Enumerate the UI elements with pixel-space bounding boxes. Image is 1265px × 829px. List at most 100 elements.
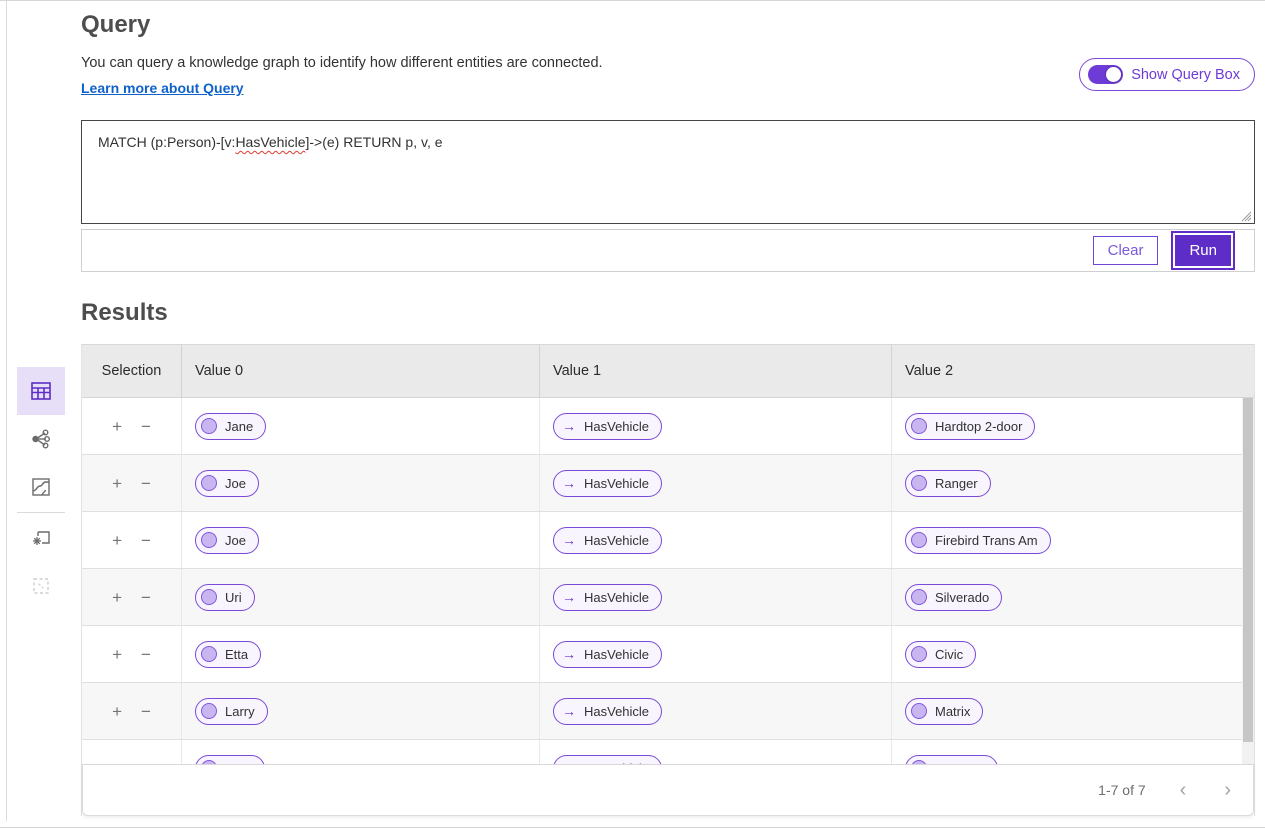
table-row: + − Joe → HasVehicle Ranger [82, 455, 1254, 512]
value2-cell: Matrix [891, 683, 1254, 739]
entity-icon [201, 532, 217, 548]
relationship-pill[interactable]: → HasVehicle [553, 413, 662, 440]
remove-from-selection-button[interactable]: − [139, 587, 153, 608]
entity-pill[interactable]: Larry [195, 698, 268, 725]
entity-pill[interactable]: Joe [195, 470, 259, 497]
toggle-switch-icon[interactable] [1088, 65, 1123, 84]
entity-label: Joe [225, 533, 246, 548]
relationship-label: HasVehicle [584, 647, 649, 662]
left-panel-divider [6, 1, 7, 821]
entity-label: Hardtop 2-door [935, 419, 1022, 434]
relationship-pill[interactable]: → HasVehicle [553, 527, 662, 554]
relationship-pill[interactable]: → HasVehicle [553, 584, 662, 611]
entity-icon [911, 703, 927, 719]
relationship-pill[interactable]: → HasVehicle [553, 470, 662, 497]
query-input[interactable]: MATCH (p:Person)-[v:HasVehicle]->(e) RET… [81, 120, 1255, 224]
entity-label: Civic [935, 647, 963, 662]
value2-cell: Silverado [891, 569, 1254, 625]
entity-pill[interactable]: Ranger [905, 470, 991, 497]
page-title: Query [81, 11, 150, 39]
entity-label: Joe [225, 476, 246, 491]
entity-label: Etta [225, 647, 248, 662]
remove-from-selection-button[interactable]: − [139, 530, 153, 551]
add-to-map-button[interactable] [17, 514, 65, 562]
relationship-label: HasVehicle [584, 704, 649, 719]
entity-icon [201, 703, 217, 719]
previous-page-button[interactable]: ‹ [1176, 780, 1191, 800]
remove-from-selection-button[interactable]: − [139, 416, 153, 437]
clear-button[interactable]: Clear [1093, 236, 1159, 265]
value1-cell: → HasVehicle [539, 455, 891, 511]
entity-label: Firebird Trans Am [935, 533, 1038, 548]
add-to-selection-button[interactable]: + [110, 530, 124, 551]
map-view-button[interactable] [17, 463, 65, 511]
entity-pill[interactable]: Firebird Trans Am [905, 527, 1051, 554]
relationship-label: HasVehicle [584, 533, 649, 548]
table-row: + − Jane → HasVehicle Hardtop 2-door [82, 398, 1254, 455]
entity-icon [911, 475, 927, 491]
add-to-selection-button[interactable]: + [110, 644, 124, 665]
selection-cell: + − [82, 569, 181, 625]
remove-from-selection-button[interactable]: − [139, 644, 153, 665]
entity-pill[interactable]: Civic [905, 641, 976, 668]
entity-icon [201, 475, 217, 491]
entity-pill[interactable]: Silverado [905, 584, 1002, 611]
entity-pill[interactable]: Uri [195, 584, 255, 611]
table-body-viewport: + − Jane → HasVehicle Hardtop 2-door + − [82, 398, 1254, 764]
table-view-button[interactable] [17, 367, 65, 415]
entity-pill[interactable]: Lucy [195, 755, 265, 765]
selection-tools-button [17, 562, 65, 610]
entity-icon [911, 418, 927, 434]
selection-icon [30, 575, 52, 597]
entity-icon [201, 418, 217, 434]
rail-divider [17, 512, 65, 513]
table-row: + − Joe → HasVehicle Firebird Trans Am [82, 512, 1254, 569]
selection-cell: + − [82, 626, 181, 682]
entity-icon [201, 646, 217, 662]
entity-pill[interactable]: Etta [195, 641, 261, 668]
table-body: + − Jane → HasVehicle Hardtop 2-door + − [82, 398, 1254, 764]
column-header-value0: Value 0 [181, 345, 539, 397]
relationship-pill[interactable]: → HasVehicle [553, 755, 662, 765]
scrollbar-thumb[interactable] [1243, 398, 1253, 742]
view-switcher-rail [17, 367, 65, 610]
learn-more-link[interactable]: Learn more about Query [81, 80, 244, 96]
value0-cell: Larry [181, 683, 539, 739]
selection-cell: + − [82, 740, 181, 764]
next-page-button[interactable]: › [1220, 780, 1235, 800]
entity-pill[interactable]: Hardtop 2-door [905, 413, 1035, 440]
resize-handle[interactable] [1240, 209, 1252, 221]
toggle-knob [1106, 67, 1121, 82]
relationship-arrow-icon: → [562, 589, 576, 605]
link-chart-view-button[interactable] [17, 415, 65, 463]
show-query-box-toggle[interactable]: Show Query Box [1079, 58, 1255, 91]
entity-pill[interactable]: Joe [195, 527, 259, 554]
value2-cell: Hardtop 2-door [891, 398, 1254, 454]
relationship-label: HasVehicle [584, 419, 649, 434]
entity-pill[interactable]: Mustang [905, 755, 998, 765]
add-to-selection-button[interactable]: + [110, 587, 124, 608]
table-row: + − Lucy → HasVehicle Mustang [82, 740, 1254, 764]
query-text-misspelled: HasVehicle [235, 134, 305, 150]
entity-icon [911, 646, 927, 662]
relationship-label: HasVehicle [584, 476, 649, 491]
query-text-after: ]->(e) RETURN p, v, e [305, 134, 442, 150]
remove-from-selection-button[interactable]: − [139, 473, 153, 494]
table-header-row: Selection Value 0 Value 1 Value 2 [82, 344, 1254, 398]
value0-cell: Etta [181, 626, 539, 682]
relationship-pill[interactable]: → HasVehicle [553, 641, 662, 668]
value1-cell: → HasVehicle [539, 740, 891, 764]
query-text-before: MATCH (p:Person)-[v: [98, 134, 235, 150]
run-button[interactable]: Run [1175, 235, 1231, 266]
link-chart-icon [30, 428, 52, 450]
add-to-selection-button[interactable]: + [110, 416, 124, 437]
column-header-value1: Value 1 [539, 345, 891, 397]
add-to-selection-button[interactable]: + [110, 701, 124, 722]
remove-from-selection-button[interactable]: − [139, 701, 153, 722]
entity-pill[interactable]: Matrix [905, 698, 983, 725]
relationship-pill[interactable]: → HasVehicle [553, 698, 662, 725]
relationship-arrow-icon: → [562, 475, 576, 491]
add-to-selection-button[interactable]: + [110, 473, 124, 494]
value1-cell: → HasVehicle [539, 398, 891, 454]
entity-pill[interactable]: Jane [195, 413, 266, 440]
